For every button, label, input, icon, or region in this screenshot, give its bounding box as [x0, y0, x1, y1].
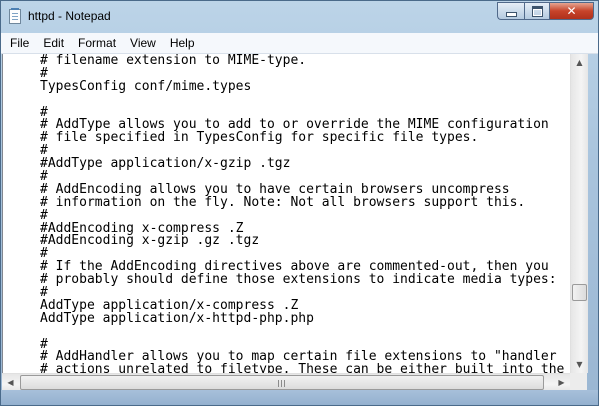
- text-line: # filename extension to MIME-type.: [40, 54, 307, 68]
- horizontal-scrollbar[interactable]: ◀ ▶: [2, 373, 570, 391]
- menu-view[interactable]: View: [123, 33, 163, 53]
- grip-icon: [278, 380, 286, 387]
- menu-edit[interactable]: Edit: [36, 33, 71, 53]
- menu-file[interactable]: File: [1, 33, 36, 53]
- minimize-icon: [505, 12, 517, 17]
- text-line: [40, 94, 571, 107]
- menu-format[interactable]: Format: [71, 33, 123, 53]
- maximize-button[interactable]: [524, 2, 550, 20]
- text-line: AddType application/x-httpd-php.php: [40, 310, 314, 326]
- caption-buttons: ✕: [497, 2, 594, 21]
- scroll-up-arrow-icon[interactable]: ▲: [571, 54, 588, 71]
- text-line: # probably should define those extension…: [40, 272, 557, 288]
- horizontal-scroll-thumb[interactable]: [20, 375, 544, 390]
- vertical-scroll-thumb[interactable]: [572, 284, 587, 301]
- text-line: # information on the fly. Note: Not all …: [40, 194, 526, 210]
- window-frame-bottom: [1, 390, 598, 405]
- text-line: #AddType application/x-gzip .tgz: [40, 156, 291, 172]
- text-line: TypesConfig conf/mime.types: [40, 78, 252, 94]
- text-editor[interactable]: # filename extension to MIME-type. # Types…: [2, 54, 571, 373]
- close-button[interactable]: ✕: [550, 2, 594, 20]
- notepad-window: httpd - Notepad ✕ File Edit Format View …: [0, 0, 599, 406]
- text-line: # actions unrelated to filetype. These c…: [40, 362, 565, 373]
- text-line: #AddEncoding x-gzip .gz .tgz: [40, 233, 260, 249]
- scroll-down-arrow-icon[interactable]: ▼: [571, 356, 588, 373]
- scrollbar-corner: [570, 373, 587, 390]
- title-bar[interactable]: httpd - Notepad ✕: [1, 1, 598, 33]
- text-line: # file specified in TypesConfig for spec…: [40, 130, 479, 146]
- menu-help[interactable]: Help: [163, 33, 202, 53]
- vertical-scrollbar[interactable]: ▲ ▼: [570, 54, 588, 373]
- menu-bar: File Edit Format View Help: [1, 33, 598, 54]
- scroll-right-arrow-icon[interactable]: ▶: [553, 374, 570, 391]
- editor-text[interactable]: # filename extension to MIME-type. # Types…: [3, 54, 571, 373]
- scroll-left-arrow-icon[interactable]: ◀: [2, 374, 19, 391]
- close-icon: ✕: [566, 4, 577, 18]
- text-line: [40, 326, 571, 339]
- notepad-icon[interactable]: [9, 8, 21, 24]
- window-title: httpd - Notepad: [28, 9, 111, 23]
- maximize-icon: [531, 5, 543, 17]
- minimize-button[interactable]: [497, 2, 524, 20]
